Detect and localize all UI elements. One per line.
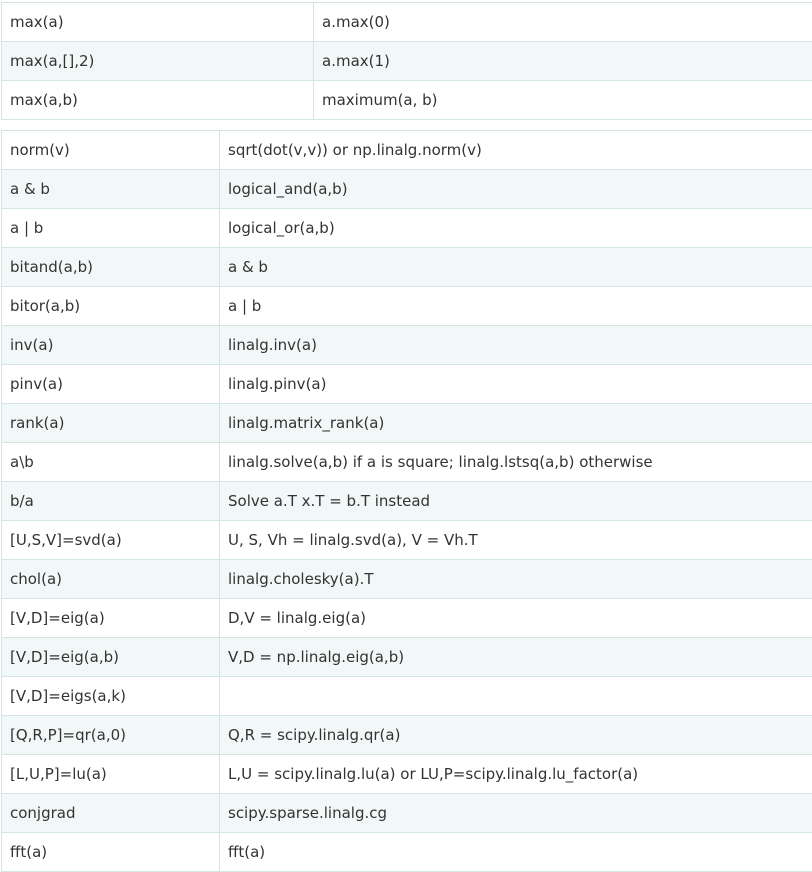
numpy-cell: scipy.sparse.linalg.cg	[219, 793, 812, 833]
numpy-cell: a | b	[219, 286, 812, 326]
table-row: fft(a) fft(a)	[1, 832, 812, 872]
table-row: [Q,R,P]=qr(a,0) Q,R = scipy.linalg.qr(a)	[1, 715, 812, 755]
matlab-cell: max(a)	[1, 2, 314, 42]
table-row: max(a) a.max(0)	[1, 2, 812, 42]
numpy-cell: U, S, Vh = linalg.svd(a), V = Vh.T	[219, 520, 812, 560]
table-row: a & b logical_and(a,b)	[1, 169, 812, 209]
table-row: max(a,b) maximum(a, b)	[1, 80, 812, 120]
table-row: max(a,[],2) a.max(1)	[1, 41, 812, 81]
table-row: bitor(a,b) a | b	[1, 286, 812, 326]
matlab-cell: chol(a)	[1, 559, 220, 599]
matlab-cell: norm(v)	[1, 130, 220, 170]
numpy-cell: Q,R = scipy.linalg.qr(a)	[219, 715, 812, 755]
table-row: pinv(a) linalg.pinv(a)	[1, 364, 812, 404]
matlab-cell: a & b	[1, 169, 220, 209]
matlab-cell: [L,U,P]=lu(a)	[1, 754, 220, 794]
numpy-cell: sqrt(dot(v,v)) or np.linalg.norm(v)	[219, 130, 812, 170]
matlab-cell: [V,D]=eigs(a,k)	[1, 676, 220, 716]
matlab-cell: a | b	[1, 208, 220, 248]
numpy-cell: V,D = np.linalg.eig(a,b)	[219, 637, 812, 677]
numpy-cell: maximum(a, b)	[313, 80, 812, 120]
table-row: norm(v) sqrt(dot(v,v)) or np.linalg.norm…	[1, 130, 812, 170]
numpy-cell: L,U = scipy.linalg.lu(a) or LU,P=scipy.l…	[219, 754, 812, 794]
table-row: [V,D]=eig(a,b) V,D = np.linalg.eig(a,b)	[1, 637, 812, 677]
table-row: b/a Solve a.T x.T = b.T instead	[1, 481, 812, 521]
matlab-cell: inv(a)	[1, 325, 220, 365]
numpy-cell: linalg.inv(a)	[219, 325, 812, 365]
matlab-cell: max(a,[],2)	[1, 41, 314, 81]
matlab-cell: fft(a)	[1, 832, 220, 872]
matlab-cell: a\b	[1, 442, 220, 482]
table-row: chol(a) linalg.cholesky(a).T	[1, 559, 812, 599]
numpy-cell	[219, 676, 812, 716]
matlab-cell: [U,S,V]=svd(a)	[1, 520, 220, 560]
numpy-cell: logical_and(a,b)	[219, 169, 812, 209]
matlab-cell: rank(a)	[1, 403, 220, 443]
table-row: a | b logical_or(a,b)	[1, 208, 812, 248]
numpy-cell: a & b	[219, 247, 812, 287]
table-row: [V,D]=eig(a) D,V = linalg.eig(a)	[1, 598, 812, 638]
bottom-comparison-table: norm(v) sqrt(dot(v,v)) or np.linalg.norm…	[1, 130, 812, 872]
numpy-cell: a.max(1)	[313, 41, 812, 81]
matlab-cell: pinv(a)	[1, 364, 220, 404]
numpy-cell: linalg.pinv(a)	[219, 364, 812, 404]
table-row: a\b linalg.solve(a,b) if a is square; li…	[1, 442, 812, 482]
numpy-cell: logical_or(a,b)	[219, 208, 812, 248]
matlab-cell: max(a,b)	[1, 80, 314, 120]
table-row: conjgrad scipy.sparse.linalg.cg	[1, 793, 812, 833]
table-row: [V,D]=eigs(a,k)	[1, 676, 812, 716]
table-row: [L,U,P]=lu(a) L,U = scipy.linalg.lu(a) o…	[1, 754, 812, 794]
matlab-cell: bitand(a,b)	[1, 247, 220, 287]
matlab-cell: bitor(a,b)	[1, 286, 220, 326]
matlab-cell: [V,D]=eig(a)	[1, 598, 220, 638]
table-row: bitand(a,b) a & b	[1, 247, 812, 287]
matlab-cell: b/a	[1, 481, 220, 521]
matlab-cell: [V,D]=eig(a,b)	[1, 637, 220, 677]
numpy-cell: linalg.matrix_rank(a)	[219, 403, 812, 443]
table-row: rank(a) linalg.matrix_rank(a)	[1, 403, 812, 443]
matlab-cell: [Q,R,P]=qr(a,0)	[1, 715, 220, 755]
table-row: inv(a) linalg.inv(a)	[1, 325, 812, 365]
numpy-cell: fft(a)	[219, 832, 812, 872]
top-comparison-table: max(a) a.max(0) max(a,[],2) a.max(1) max…	[1, 2, 812, 120]
numpy-cell: linalg.cholesky(a).T	[219, 559, 812, 599]
numpy-cell: a.max(0)	[313, 2, 812, 42]
numpy-cell: linalg.solve(a,b) if a is square; linalg…	[219, 442, 812, 482]
numpy-cell: D,V = linalg.eig(a)	[219, 598, 812, 638]
table-row: [U,S,V]=svd(a) U, S, Vh = linalg.svd(a),…	[1, 520, 812, 560]
numpy-cell: Solve a.T x.T = b.T instead	[219, 481, 812, 521]
matlab-cell: conjgrad	[1, 793, 220, 833]
